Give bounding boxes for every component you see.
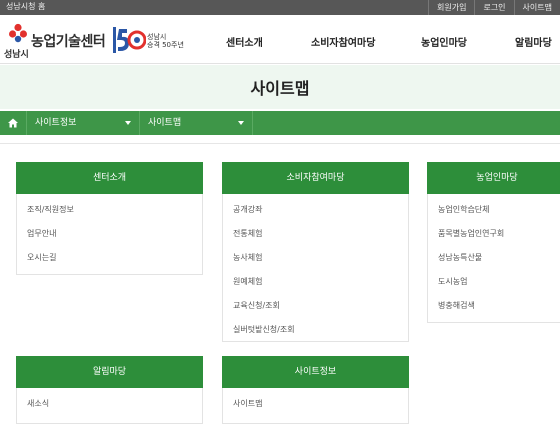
- anniversary-line2: 승격 50주년: [147, 41, 184, 49]
- logo-center-name[interactable]: 농업기술센터: [31, 31, 106, 51]
- breadcrumb-depth1-select[interactable]: 사이트정보: [27, 111, 140, 135]
- section-list-farmers: 농업인학습단체 품목별농업인연구회 성남농특산물 도시농업 병충해검색: [427, 194, 560, 323]
- home-icon: [8, 118, 18, 128]
- section-list-site-info: 사이트맵: [222, 388, 409, 424]
- gnb-consumer-participation[interactable]: 소비자참여마당: [311, 34, 375, 49]
- logo-city-text: 성남시: [4, 50, 29, 60]
- signup-link[interactable]: 회원가입: [428, 0, 474, 15]
- page-title: 사이트맵: [250, 79, 310, 98]
- sitemap-link-learning-groups[interactable]: 농업인학습단체: [428, 198, 560, 222]
- sitemap-link-education-apply[interactable]: 교육신청/조회: [223, 294, 408, 318]
- sitemap-link-local-products[interactable]: 성남농특산물: [428, 246, 560, 270]
- section-list-center-intro: 조직/직원정보 업무안내 오시는길: [16, 194, 203, 275]
- chevron-down-icon: [125, 121, 131, 125]
- utility-links: 회원가입 로그인 사이트맵: [428, 0, 560, 15]
- section-list-consumer: 공개강좌 전통체험 농사체험 원예체험 교육신청/조회 실버텃밭신청/조회: [222, 194, 409, 342]
- home-button[interactable]: [0, 111, 27, 135]
- sitemap-link[interactable]: 사이트맵: [513, 0, 560, 15]
- city-hall-home-link[interactable]: 성남시청 홈: [6, 1, 45, 12]
- sitemap-link-public-lecture[interactable]: 공개강좌: [223, 198, 408, 222]
- gnb-notice[interactable]: 알림마당: [515, 34, 552, 49]
- sitemap-link-pest-search[interactable]: 병충해검색: [428, 294, 560, 318]
- breadcrumb-depth2-select[interactable]: 사이트맵: [140, 111, 253, 135]
- fifty-anniversary-emblem-icon: [113, 27, 146, 53]
- content-divider: [0, 143, 560, 144]
- section-header-center-intro[interactable]: 센터소개: [16, 162, 203, 194]
- sitemap-link-crop-research[interactable]: 품목별농업인연구회: [428, 222, 560, 246]
- chevron-down-icon: [238, 121, 244, 125]
- seongnam-logo-icon[interactable]: [7, 22, 29, 44]
- sitemap-link-farming-experience[interactable]: 농사체험: [223, 246, 408, 270]
- sitemap-link-gardening-experience[interactable]: 원예체험: [223, 270, 408, 294]
- section-header-consumer[interactable]: 소비자참여마당: [222, 162, 409, 194]
- section-header-farmers[interactable]: 농업인마당: [427, 162, 560, 194]
- utility-bar: 성남시청 홈 회원가입 로그인 사이트맵: [0, 0, 560, 15]
- sitemap-link-sitemap[interactable]: 사이트맵: [223, 392, 408, 416]
- sitemap-link-urban-farming[interactable]: 도시농업: [428, 270, 560, 294]
- sitemap-link-work-guide[interactable]: 업무안내: [17, 222, 202, 246]
- sitemap-link-silver-garden-apply[interactable]: 실버텃밭신청/조회: [223, 318, 408, 342]
- sitemap-link-organization[interactable]: 조직/직원정보: [17, 198, 202, 222]
- section-list-notice: 새소식: [16, 388, 203, 424]
- breadcrumb-depth2-label: 사이트맵: [148, 118, 182, 128]
- anniversary-line1: 성남시: [147, 33, 167, 41]
- sitemap-link-directions[interactable]: 오시는길: [17, 246, 202, 270]
- site-header: 성남시 농업기술센터 성남시 승격 50주년 센터소개 소비자참여마당 농업인마…: [0, 15, 560, 64]
- sitemap-link-traditional-experience[interactable]: 전통체험: [223, 222, 408, 246]
- section-header-site-info[interactable]: 사이트정보: [222, 356, 409, 388]
- gnb-center-intro[interactable]: 센터소개: [226, 34, 263, 49]
- breadcrumb: 사이트정보 사이트맵: [0, 111, 560, 135]
- breadcrumb-depth1-label: 사이트정보: [35, 118, 77, 128]
- section-header-notice[interactable]: 알림마당: [16, 356, 203, 388]
- gnb-farmers[interactable]: 농업인마당: [421, 34, 467, 49]
- login-link[interactable]: 로그인: [474, 0, 513, 15]
- sitemap-link-news[interactable]: 새소식: [17, 392, 202, 416]
